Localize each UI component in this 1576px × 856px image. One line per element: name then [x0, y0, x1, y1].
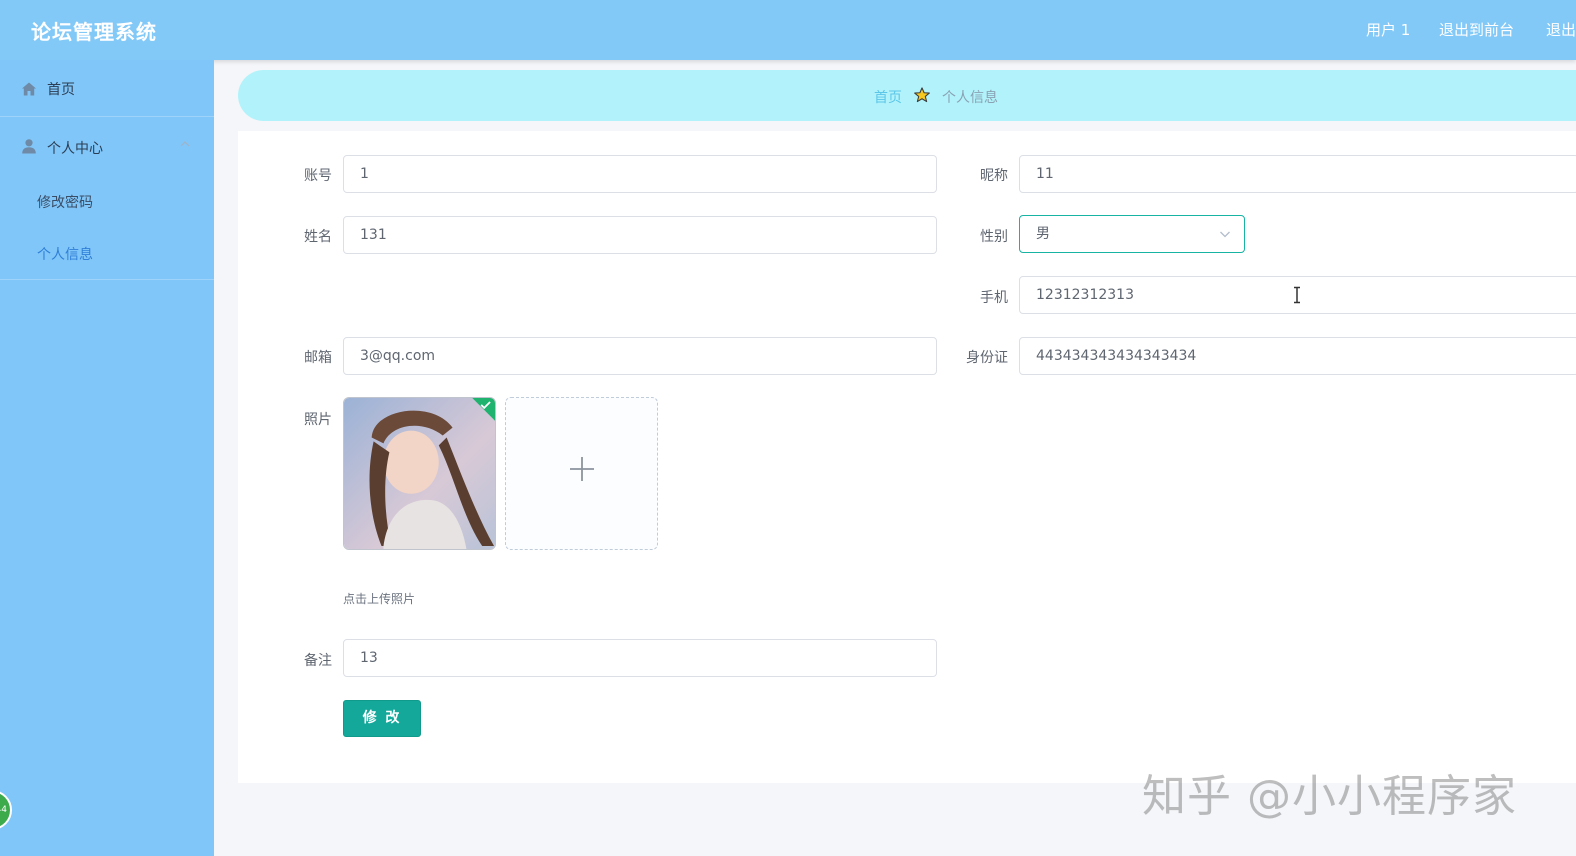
sidebar-item-label: 首页	[47, 82, 75, 98]
remark-label: 备注	[304, 653, 332, 669]
sidebar-item-personal-info[interactable]: 个人信息	[37, 244, 93, 264]
idcard-label: 身份证	[966, 350, 1008, 366]
star-icon	[914, 87, 930, 103]
gender-select[interactable]: 男	[1019, 215, 1245, 253]
exit-to-front-link[interactable]: 退出到前台	[1439, 19, 1514, 40]
breadcrumb-current: 个人信息	[942, 90, 998, 106]
upload-hint: 点击上传照片	[343, 592, 416, 606]
photo-label: 照片	[304, 412, 332, 428]
app-title: 论坛管理系统	[31, 20, 157, 44]
name-field[interactable]: 131	[343, 216, 937, 254]
idcard-field[interactable]: 443434343434343434	[1019, 337, 1576, 375]
photo-image	[344, 398, 495, 549]
sidebar-item-change-password[interactable]: 修改密码	[37, 192, 93, 212]
account-label: 账号	[304, 168, 332, 184]
sidebar-item-label: 个人中心	[47, 141, 103, 157]
remark-field[interactable]: 13	[343, 639, 937, 677]
email-label: 邮箱	[304, 350, 332, 366]
phone-label: 手机	[980, 290, 1008, 306]
sidebar: 首页 个人中心 修改密码 个人信息	[0, 60, 214, 856]
watermark: 知乎 @小小程序家	[1142, 771, 1517, 822]
submit-button[interactable]: 修 改	[343, 700, 421, 737]
uploaded-photo[interactable]	[343, 397, 496, 550]
sidebar-item-personal-center[interactable]: 个人中心	[0, 118, 214, 178]
logout-link[interactable]: 退出	[1546, 19, 1576, 40]
sidebar-item-home[interactable]: 首页	[0, 60, 214, 117]
photo-upload-button[interactable]	[505, 397, 658, 550]
chevron-down-icon[interactable]	[1219, 229, 1231, 239]
nickname-field[interactable]: 11	[1019, 155, 1576, 193]
gender-label: 性别	[980, 229, 1008, 245]
breadcrumb-home-link[interactable]: 首页	[874, 87, 902, 107]
plus-icon	[570, 457, 594, 481]
top-bar: 论坛管理系统 用户 1 退出到前台 退出	[0, 0, 1576, 60]
account-field[interactable]: 1	[343, 155, 937, 193]
nickname-label: 昵称	[980, 168, 1008, 184]
email-field[interactable]: 3@qq.com	[343, 337, 937, 375]
user-icon	[22, 139, 36, 154]
chevron-up-icon	[180, 141, 190, 147]
breadcrumb: 首页 个人信息	[238, 70, 1576, 121]
name-label: 姓名	[304, 229, 332, 245]
text-cursor-icon	[1294, 286, 1300, 304]
sidebar-divider	[0, 279, 214, 280]
home-icon	[22, 82, 36, 96]
current-user-label: 用户 1	[1366, 21, 1411, 39]
